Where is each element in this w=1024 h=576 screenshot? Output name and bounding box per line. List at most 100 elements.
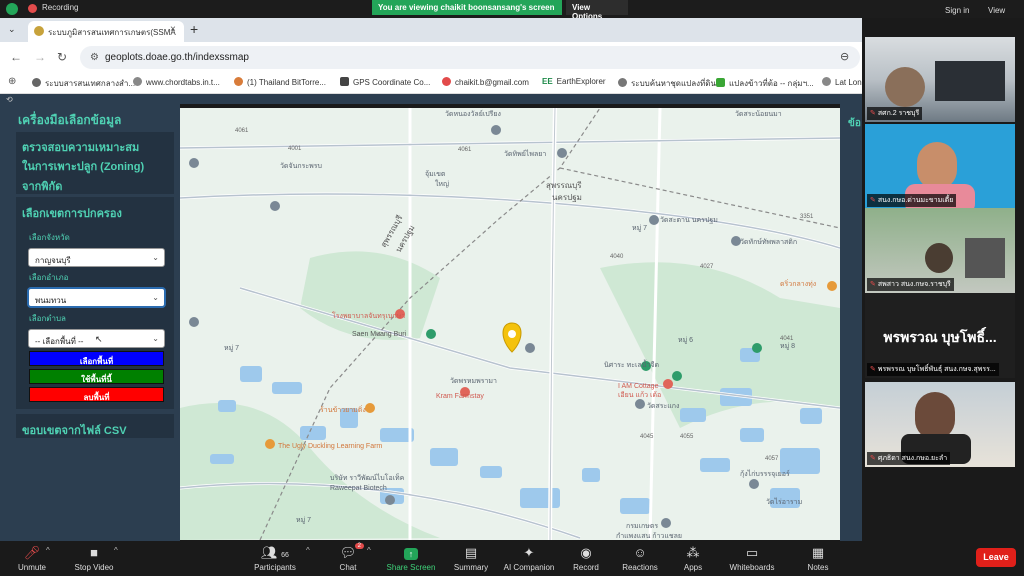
bookmark-item[interactable]: EE EarthExplorer: [542, 77, 606, 86]
globe-icon: [133, 77, 142, 86]
use-area-button[interactable]: ใช้พื้นที่นี้: [29, 369, 164, 384]
video-tile[interactable]: ✎ ศุภธิดา สนง.กษอ.ยะลำ: [865, 382, 1015, 467]
province-select[interactable]: กาญจนบุรี ⌄: [28, 248, 165, 267]
person-head: [925, 243, 953, 273]
site-info-icon[interactable]: ⚙: [90, 52, 99, 63]
map-view[interactable]: วัดหนองวัลย์เปรียง วัดสระน้อยนมา วัดทิพย…: [180, 108, 840, 540]
svg-text:4061: 4061: [458, 147, 472, 153]
svg-text:สุพรรณบุรี: สุพรรณบุรี: [546, 181, 582, 190]
participant-name: ✎ สศก.2 ราชบุรี: [867, 107, 923, 120]
svg-text:I AM Cottage: I AM Cottage: [618, 383, 659, 390]
reload-icon[interactable]: ↻: [57, 50, 67, 64]
bookmark-item[interactable]: แปลงข้าวที่ต้อ -- กลุ่มฯ...: [716, 77, 814, 90]
zoning-line-2[interactable]: ในการเพาะปลูก (Zoning): [22, 157, 144, 175]
bookmark-item[interactable]: www.chordtabs.in.t...: [133, 77, 220, 87]
chat-options-icon[interactable]: ^: [367, 546, 371, 555]
select-area-button[interactable]: เลือกพื้นที่: [29, 351, 164, 366]
svg-text:4045: 4045: [640, 434, 654, 440]
participant-display-name: พรพรวณ บุษโพธิ์...: [883, 329, 997, 345]
history-icon[interactable]: ⟲: [6, 95, 13, 104]
notes-icon: ▦: [811, 545, 825, 560]
svg-text:เอียน แก้ว เด้อ: เอียน แก้ว เด้อ: [618, 391, 661, 399]
monitor-icon: [935, 61, 1005, 101]
view-button[interactable]: View: [988, 6, 1005, 15]
video-tile[interactable]: ✎ สพสาว สนง.กษจ.ราชบุรี: [865, 208, 1015, 293]
svg-text:4027: 4027: [700, 264, 714, 270]
apps-grid-icon[interactable]: ⊕: [8, 76, 16, 87]
svg-text:4001: 4001: [288, 146, 302, 152]
bookmark-item[interactable]: chaikit.b@gmail.com: [442, 77, 529, 87]
person-face: [915, 392, 955, 440]
participant-name: ✎ สพสาว สนง.กษจ.ราชบุรี: [867, 278, 954, 291]
zoning-line-1[interactable]: ตรวจสอบความเหมาะสม: [22, 138, 139, 156]
sign-in-link[interactable]: Sign in: [945, 6, 969, 15]
admin-select-header[interactable]: เลือกเขตการปกครอง: [22, 204, 122, 222]
recording-icon: [28, 4, 37, 13]
video-options-icon[interactable]: ^: [114, 546, 118, 555]
zoom-icon[interactable]: ⊖: [840, 50, 849, 63]
equipment-icon: [965, 238, 1005, 278]
svg-text:วัดทักษ์ทัพพลาสติก: วัดทักษ์ทัพพลาสติก: [740, 238, 797, 246]
delete-area-button[interactable]: ลบพื้นที่: [29, 387, 164, 402]
chevron-down-icon: ⌄: [152, 253, 159, 262]
ai-companion-button[interactable]: ✦ AI Companion: [497, 545, 561, 572]
land-icon: [618, 78, 627, 87]
sidebar-title: เครื่องมือเลือกข้อมูล: [18, 113, 122, 127]
svg-text:โรงพยาบาลจันทรุเบกษา: โรงพยาบาลจันทรุเบกษา: [332, 311, 405, 320]
svg-text:หมู่ 8: หมู่ 8: [780, 343, 795, 350]
bookmark-item[interactable]: GPS Coordinate Co...: [340, 77, 430, 87]
video-tile[interactable]: ✎ สศก.2 ราชบุรี: [865, 37, 1015, 122]
unmute-button[interactable]: 🎤︎ Unmute: [0, 545, 64, 572]
participants-options-icon[interactable]: ^: [306, 546, 310, 555]
forward-icon[interactable]: →: [34, 50, 46, 64]
audio-options-icon[interactable]: ^: [46, 546, 50, 555]
apps-button[interactable]: ⁂ Apps: [661, 545, 725, 572]
svg-text:ร้านข้าวยามติ่ง: ร้านข้าวยามติ่ง: [320, 405, 366, 414]
csv-boundary-header[interactable]: ขอบเขตจากไฟล์ CSV: [22, 421, 127, 439]
mic-muted-icon: ✎: [870, 281, 876, 288]
district-label: เลือกอำเภอ: [29, 273, 69, 282]
chevron-down-icon: ⌄: [152, 293, 159, 302]
svg-text:หมู่ 7: หมู่ 7: [296, 517, 311, 524]
svg-text:วัดสะตาน นครปฐม: วัดสะตาน นครปฐม: [660, 216, 718, 224]
bookmark-item[interactable]: ระบบค้นหาชุดแปลงที่ดิน: [618, 77, 716, 90]
url-text[interactable]: geoplots.doae.go.th/indexssmap: [105, 52, 249, 63]
share-screen-button[interactable]: ↑ Share Screen: [379, 545, 443, 572]
summary-button[interactable]: ▤ Summary: [439, 545, 503, 572]
bookmark-item[interactable]: Lat Long: [822, 77, 866, 87]
back-icon[interactable]: ←: [10, 50, 22, 64]
tab-list-icon[interactable]: ⌄: [8, 24, 16, 35]
cursor-icon: ↖: [95, 334, 103, 344]
new-tab-icon[interactable]: +: [190, 21, 198, 37]
bookmark-item[interactable]: ระบบสารสนเทศกลางสำ...: [32, 77, 135, 90]
svg-text:หมู่ 6: หมู่ 6: [678, 337, 693, 344]
gps-icon: [340, 77, 349, 86]
bookmark-item[interactable]: (1) Thailand BitTorre...: [234, 77, 326, 87]
svg-text:กุ้งไก่บรรรจุเยอร์: กุ้งไก่บรรรจุเยอร์: [740, 469, 790, 478]
tab-close-icon[interactable]: ×: [170, 24, 176, 35]
chevron-down-icon: ⌄: [152, 334, 159, 343]
view-options-button[interactable]: View Options: [566, 0, 628, 21]
map-canvas[interactable]: วัดหนองวัลย์เปรียง วัดสระน้อยนมา วัดทิพย…: [180, 108, 840, 540]
participants-button[interactable]: 👥︎ 66 Participants: [243, 545, 307, 572]
video-tile[interactable]: ✎ สนง.กษอ.ด่านมะขามเตี้ย: [865, 124, 1015, 209]
earth-explorer-icon: EE: [542, 77, 553, 86]
share-screen-icon: ↑: [379, 545, 443, 561]
svg-text:บริษัท ราวีพัฒน์ไบโอเท็ค: บริษัท ราวีพัฒน์ไบโอเท็ค: [330, 473, 405, 482]
district-select[interactable]: พนมทวน ⌄: [28, 288, 165, 307]
svg-text:4055: 4055: [680, 434, 694, 440]
right-panel-label[interactable]: ข้อ: [848, 116, 861, 131]
summary-icon: ▤: [464, 545, 478, 560]
mic-muted-icon: ✎: [870, 110, 876, 117]
whiteboard-icon: ▭: [745, 545, 759, 560]
zoning-line-3[interactable]: จากพิกัด: [22, 177, 62, 195]
svg-text:ดริ่วกลางทุ่ง: ดริ่วกลางทุ่ง: [780, 279, 816, 288]
leave-button[interactable]: Leave: [976, 548, 1016, 567]
svg-text:กำแพงแสน ก้าวแชลย: กำแพงแสน ก้าวแชลย: [616, 532, 682, 540]
mic-muted-icon: ✎: [870, 455, 876, 462]
svg-text:วัดทิพย์ไพลยา: วัดทิพย์ไพลยา: [504, 149, 546, 158]
notes-button[interactable]: ▦ Notes: [786, 545, 850, 572]
torrent-icon: [234, 77, 243, 86]
browser-tab[interactable]: ระบบภูมิสารสนเทศการเกษตร(SSMA: [28, 21, 184, 42]
whiteboards-button[interactable]: ▭ Whiteboards: [720, 545, 784, 572]
